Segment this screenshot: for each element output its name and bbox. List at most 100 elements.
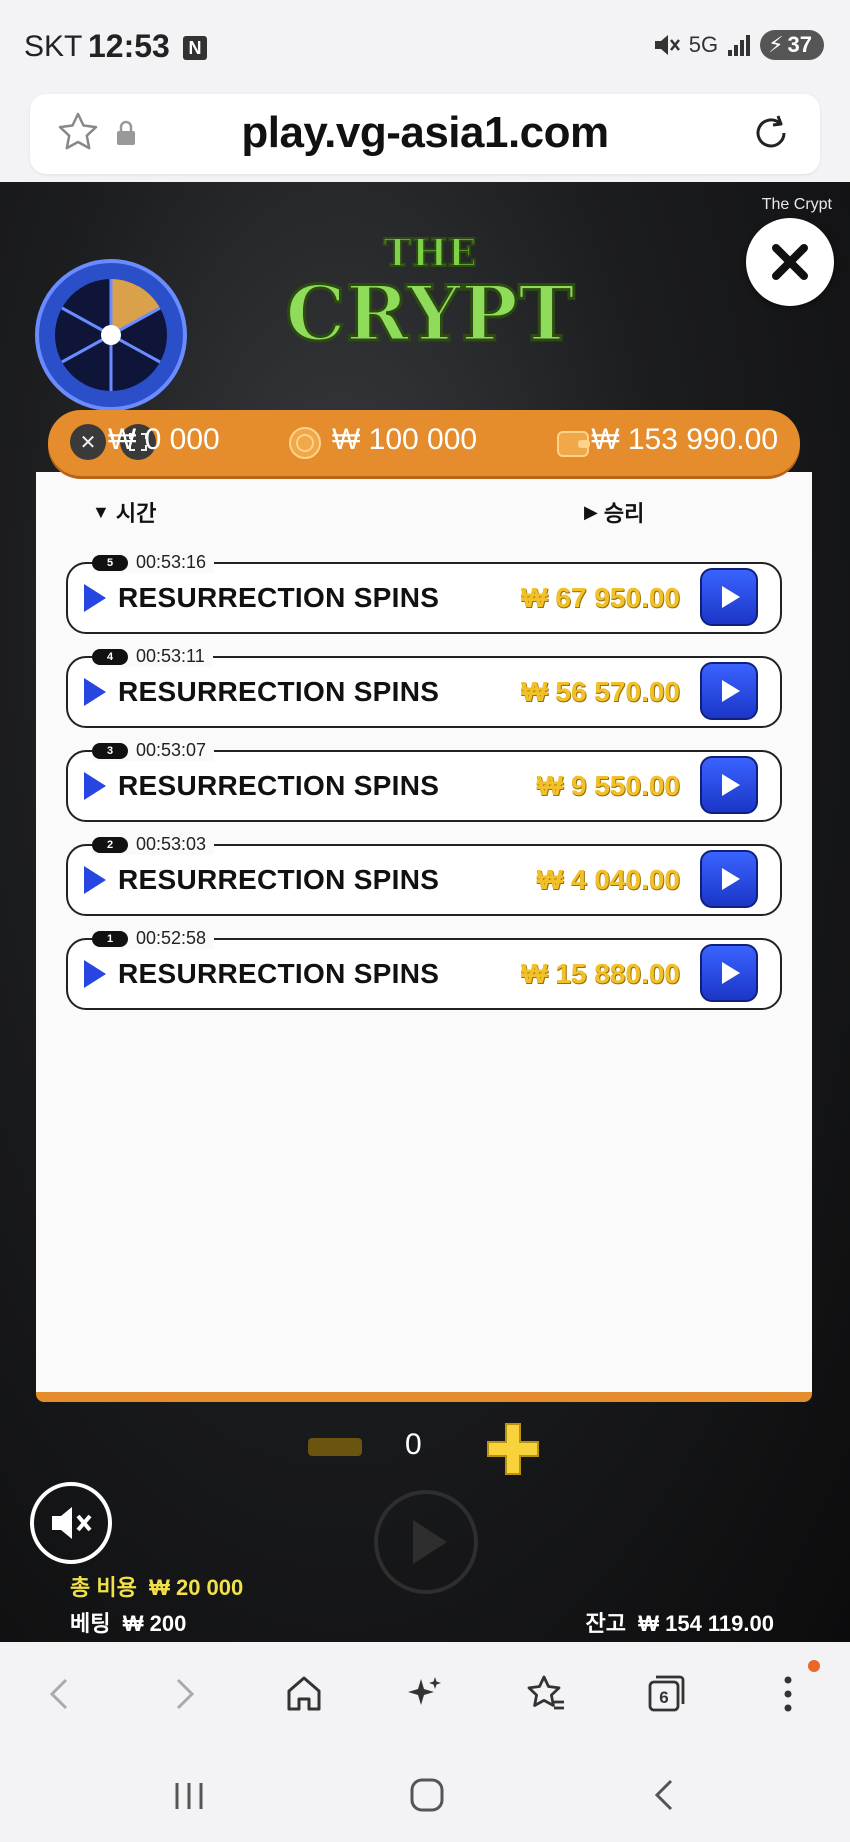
history-row[interactable]: 5 00:53:16 RESURRECTION SPINS ₩ 67 950.0… xyxy=(66,552,782,634)
browser-toolbar: 6 xyxy=(0,1642,850,1746)
bonus-wheel-icon[interactable] xyxy=(34,258,188,412)
network-icon: 5G xyxy=(688,32,719,57)
round-number: 1 xyxy=(92,930,128,947)
home-nav-button[interactable] xyxy=(402,1770,452,1820)
history-row[interactable]: 1 00:52:58 RESURRECTION SPINS ₩ 15 880.0… xyxy=(66,928,782,1010)
row-meta: 3 00:53:07 xyxy=(92,740,215,761)
play-icon xyxy=(84,772,106,800)
round-number: 4 xyxy=(92,648,128,665)
play-icon xyxy=(722,586,740,608)
back-button[interactable] xyxy=(34,1668,86,1720)
game-logo: THE CRYPT xyxy=(284,229,576,360)
bookmarks-button[interactable] xyxy=(520,1668,572,1720)
coin-icon xyxy=(289,427,321,459)
time-column-header[interactable]: ▼ 시간 xyxy=(92,496,156,528)
header-coin-bet: ₩ 100 000 xyxy=(332,423,478,456)
url-bar[interactable]: play.vg-asia1.com xyxy=(30,94,820,174)
more-vertical-icon xyxy=(784,1676,792,1712)
reload-icon[interactable] xyxy=(748,110,794,156)
home-icon xyxy=(287,1676,321,1711)
header-bet-total: ₩ 0 000 xyxy=(108,423,220,456)
close-button[interactable] xyxy=(746,218,834,306)
sort-right-icon: ▶ xyxy=(584,501,598,522)
replay-button[interactable] xyxy=(700,756,758,814)
play-icon xyxy=(722,868,740,890)
status-icons: 5G ⚡ 37 xyxy=(651,30,824,60)
recent-apps-icon xyxy=(175,1783,203,1809)
round-win: ₩ 4 040.00 xyxy=(536,864,680,895)
close-icon xyxy=(772,244,808,280)
play-icon xyxy=(84,678,106,706)
balance: 잔고 ₩ 154 119.00 xyxy=(586,1606,775,1638)
round-label: RESURRECTION SPINS xyxy=(118,958,440,989)
sound-toggle-button[interactable] xyxy=(30,1482,112,1564)
round-time: 00:53:16 xyxy=(136,552,207,572)
play-icon xyxy=(84,584,106,612)
home-circle-icon xyxy=(410,1778,444,1812)
history-row[interactable]: 4 00:53:11 RESURRECTION SPINS ₩ 56 570.0… xyxy=(66,646,782,728)
total-cost-value: ₩ 20 000 xyxy=(149,1575,244,1600)
round-number: 2 xyxy=(92,836,128,853)
back-nav-button[interactable] xyxy=(640,1770,690,1820)
carrier-label: SKT xyxy=(24,30,83,63)
back-arrow-icon xyxy=(654,1779,673,1811)
header-balance: ₩ 153 990.00 xyxy=(591,423,778,456)
charging-icon: ⚡ xyxy=(768,32,784,57)
history-panel: ▼ 시간 ▶ 승리 5 00:53:16 RESURRECTION SPINS … xyxy=(36,472,812,1402)
clock: 12:53 xyxy=(88,28,170,64)
game-canvas[interactable]: The Crypt THE CRYPT ▼ 시간 ▶ 승리 5 00:53:16… xyxy=(0,182,850,1642)
round-win: ₩ 15 880.00 xyxy=(521,958,680,989)
decrease-button[interactable] xyxy=(308,1438,362,1456)
round-win: ₩ 9 550.00 xyxy=(536,770,680,801)
round-time: 00:53:03 xyxy=(136,834,207,854)
tabs-button[interactable]: 6 xyxy=(640,1668,692,1720)
close-history-button[interactable]: ✕ xyxy=(70,424,106,460)
round-win: ₩ 56 570.00 xyxy=(521,676,680,707)
replay-button[interactable] xyxy=(700,850,758,908)
balance-label: 잔고 xyxy=(585,1611,626,1636)
battery-indicator: ⚡ 37 xyxy=(760,30,824,60)
time-header-label: 시간 xyxy=(115,501,157,526)
row-meta: 1 00:52:58 xyxy=(92,928,215,949)
replay-button[interactable] xyxy=(700,662,758,720)
increase-button[interactable] xyxy=(484,1420,542,1478)
status-bar: SKT 12:53 N 5G ⚡ 37 xyxy=(0,0,850,92)
play-icon xyxy=(722,774,740,796)
update-badge xyxy=(808,1660,820,1672)
notification-badge: N xyxy=(183,36,207,60)
signal-icon xyxy=(728,35,751,56)
battery-level: 37 xyxy=(787,32,812,57)
history-row[interactable]: 3 00:53:07 RESURRECTION SPINS ₩ 9 550.00 xyxy=(66,740,782,822)
history-row[interactable]: 2 00:53:03 RESURRECTION SPINS ₩ 4 040.00 xyxy=(66,834,782,916)
system-nav-bar xyxy=(0,1746,850,1842)
round-label: RESURRECTION SPINS xyxy=(118,770,440,801)
recent-apps-button[interactable] xyxy=(164,1770,214,1820)
chevron-right-icon xyxy=(176,1678,195,1710)
menu-button[interactable] xyxy=(762,1668,814,1720)
home-button[interactable] xyxy=(278,1668,330,1720)
play-icon xyxy=(84,866,106,894)
row-meta: 5 00:53:16 xyxy=(92,552,215,573)
mute-status-icon xyxy=(654,35,680,55)
round-time: 00:52:58 xyxy=(136,928,207,948)
mute-icon xyxy=(52,1507,92,1539)
replay-button[interactable] xyxy=(700,568,758,626)
tabs-count: 6 xyxy=(659,1688,668,1707)
ai-assist-button[interactable] xyxy=(398,1668,450,1720)
win-column-header[interactable]: ▶ 승리 xyxy=(584,496,644,528)
bookmarks-icon xyxy=(527,1675,564,1710)
round-time: 00:53:07 xyxy=(136,740,207,760)
round-number: 5 xyxy=(92,554,128,571)
bet-label: 베팅 xyxy=(70,1611,111,1636)
chevron-left-icon xyxy=(49,1678,68,1710)
spin-button[interactable] xyxy=(374,1490,478,1594)
round-win: ₩ 67 950.00 xyxy=(521,582,680,613)
forward-button[interactable] xyxy=(158,1668,210,1720)
replay-button[interactable] xyxy=(700,944,758,1002)
url-text[interactable]: play.vg-asia1.com xyxy=(30,108,820,158)
bet-amount: 베팅 ₩ 200 xyxy=(70,1606,186,1638)
total-cost: 총 비용 ₩ 20 000 xyxy=(70,1570,243,1602)
auto-spin-counter: 0 xyxy=(405,1428,422,1461)
win-header-label: 승리 xyxy=(603,501,645,526)
round-label: RESURRECTION SPINS xyxy=(118,864,440,895)
